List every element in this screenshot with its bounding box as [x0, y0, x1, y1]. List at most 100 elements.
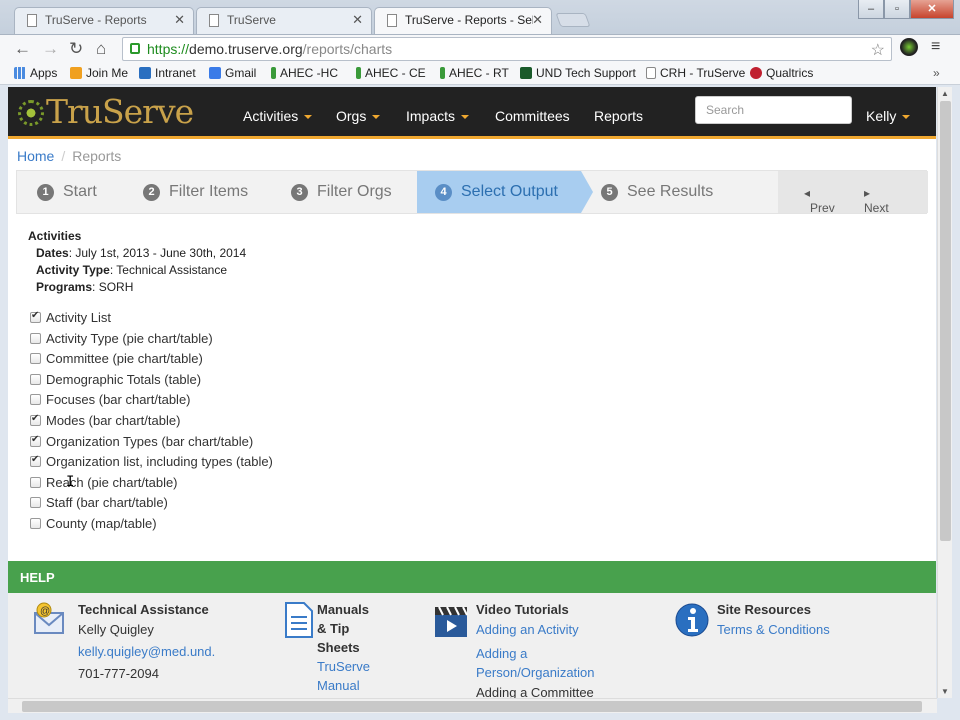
checkbox[interactable] — [30, 332, 41, 344]
step-filter-orgs[interactable]: 3 Filter Orgs — [291, 171, 392, 213]
option-label: Focuses (bar chart/table) — [46, 392, 191, 408]
browser-tab[interactable]: TruServe ✕ — [196, 7, 372, 34]
video-link[interactable]: Person/Organization — [476, 665, 595, 680]
back-arrow-icon[interactable]: ← — [14, 39, 31, 59]
checkbox[interactable] — [30, 476, 41, 488]
step-see-results[interactable]: 5 See Results — [601, 171, 713, 213]
option-label: Organization list, including types (tabl… — [46, 454, 273, 470]
caret-down-icon — [304, 115, 313, 119]
reload-icon[interactable]: ↻ — [69, 39, 83, 59]
step-filter-items[interactable]: 2 Filter Items — [143, 171, 248, 213]
close-tab-icon[interactable]: ✕ — [352, 12, 363, 28]
help-heading: Sheets — [317, 640, 360, 655]
bookmark-ahec-ce[interactable]: AHEC - CE — [356, 66, 426, 80]
minimize-icon[interactable]: – — [858, 0, 884, 19]
video-link[interactable]: Adding a Committee — [476, 685, 594, 698]
help-technical-assistance: Technical Assistance Kelly Quigley kelly… — [78, 600, 215, 685]
truserve-logo[interactable]: TruServe — [18, 92, 194, 131]
checkbox[interactable] — [30, 394, 41, 406]
bookmark-ahec-hc[interactable]: AHEC -HC — [271, 66, 338, 80]
dates-value: : July 1st, 2013 - June 30th, 2014 — [68, 246, 247, 260]
wizard-steps: 1 Start 2 Filter Items 3 Filter Orgs 4 Selec… — [16, 170, 928, 215]
url-path: /reports/charts — [302, 41, 393, 57]
contact-email-link[interactable]: kelly.quigley@med.und. — [78, 644, 215, 659]
checkbox[interactable] — [30, 373, 41, 385]
video-link[interactable]: Adding a — [476, 646, 527, 661]
extension-icon[interactable] — [900, 38, 918, 56]
bookmark-qualtrics[interactable]: Qualtrics — [750, 66, 813, 80]
url-host: demo.truserve.org — [189, 41, 303, 57]
scroll-up-icon[interactable]: ▲ — [941, 89, 949, 98]
option-focuses[interactable]: Focuses (bar chart/table) — [30, 392, 273, 413]
option-activity-type[interactable]: Activity Type (pie chart/table) — [30, 331, 273, 352]
checkbox[interactable] — [30, 310, 41, 323]
close-tab-icon[interactable]: ✕ — [174, 12, 185, 28]
option-demographic-totals[interactable]: Demographic Totals (table) — [30, 372, 273, 393]
bookmark-und-tech[interactable]: UND Tech Support — [520, 66, 636, 80]
option-county[interactable]: County (map/table) — [30, 516, 273, 537]
nav-impacts[interactable]: Impacts — [406, 108, 470, 124]
bookmark-intranet[interactable]: Intranet — [139, 66, 196, 80]
new-tab-button[interactable] — [555, 13, 591, 27]
bookmark-label: AHEC -HC — [280, 66, 339, 80]
home-icon[interactable]: ⌂ — [96, 39, 106, 59]
checkbox[interactable] — [30, 517, 41, 529]
svg-text:@: @ — [40, 606, 50, 617]
video-link[interactable]: Adding an Activity — [476, 622, 579, 637]
nav-activities[interactable]: Activities — [243, 108, 313, 124]
prev-label: Prev — [810, 201, 835, 215]
search-input[interactable]: Search — [695, 96, 852, 124]
option-committee[interactable]: Committee (pie chart/table) — [30, 351, 273, 372]
terms-link[interactable]: Terms & Conditions — [717, 622, 830, 637]
bookmark-apps[interactable]: Apps — [14, 66, 57, 80]
user-menu[interactable]: Kelly — [866, 108, 911, 124]
report-summary: Activities Dates: July 1st, 2013 - June … — [28, 228, 246, 296]
close-window-icon[interactable]: ✕ — [910, 0, 954, 19]
option-staff[interactable]: Staff (bar chart/table) — [30, 495, 273, 516]
browser-menu-icon[interactable]: ≡ — [931, 38, 940, 56]
vertical-scrollbar[interactable]: ▲ ▼ — [937, 87, 952, 698]
bookmark-ahec-rt[interactable]: AHEC - RT — [440, 66, 509, 80]
forward-arrow-icon[interactable]: → — [42, 39, 59, 59]
nav-reports[interactable]: Reports — [594, 108, 643, 124]
more-bookmarks-icon[interactable]: » — [933, 66, 940, 80]
checkbox[interactable] — [30, 434, 41, 447]
bookmark-gmail[interactable]: Gmail — [209, 66, 256, 80]
help-heading: Manuals — [317, 602, 370, 617]
option-label: Committee (pie chart/table) — [46, 351, 203, 367]
checkbox[interactable] — [30, 497, 41, 509]
prev-button[interactable]: ◂ Prev — [804, 186, 835, 215]
nav-orgs[interactable]: Orgs — [336, 108, 381, 124]
manual-link[interactable]: Manual — [317, 678, 360, 693]
horizontal-scrollbar[interactable] — [8, 698, 937, 713]
browser-tab-active[interactable]: TruServe - Reports - Select ✕ — [374, 7, 552, 34]
step-label: Filter Orgs — [317, 183, 392, 200]
manual-link[interactable]: TruServe — [317, 659, 370, 674]
close-tab-icon[interactable]: ✕ — [532, 12, 543, 28]
bookmark-star-icon[interactable]: ☆ — [871, 40, 885, 60]
google-icon — [209, 67, 221, 79]
next-button[interactable]: Next ▸ — [864, 186, 889, 215]
browser-tab[interactable]: TruServe - Reports ✕ — [14, 7, 194, 34]
scroll-down-icon[interactable]: ▼ — [941, 687, 949, 696]
option-organization-types[interactable]: Organization Types (bar chart/table) — [30, 434, 273, 455]
option-organization-list[interactable]: Organization list, including types (tabl… — [30, 454, 273, 475]
option-modes[interactable]: Modes (bar chart/table) — [30, 413, 273, 434]
scrollbar-thumb[interactable] — [22, 701, 922, 712]
step-select-output[interactable]: 4 Select Output — [417, 171, 581, 213]
document-icon — [285, 602, 313, 638]
address-bar[interactable]: https://demo.truserve.org/reports/charts… — [122, 37, 892, 61]
checkbox[interactable] — [30, 413, 41, 426]
scrollbar-thumb[interactable] — [940, 101, 951, 541]
checkbox[interactable] — [30, 454, 41, 468]
maximize-icon[interactable]: ▫ — [884, 0, 910, 19]
option-activity-list[interactable]: Activity List — [30, 310, 273, 331]
checkbox[interactable] — [30, 353, 41, 365]
step-start[interactable]: 1 Start — [37, 171, 97, 213]
breadcrumb-home-link[interactable]: Home — [17, 148, 54, 164]
bookmark-crh-truserve[interactable]: CRH - TruServe — [646, 66, 745, 80]
bookmark-joinme[interactable]: Join Me — [70, 66, 128, 80]
nav-committees[interactable]: Committees — [495, 108, 570, 124]
help-manuals: Manuals & Tip Sheets TruServe Manual — [317, 600, 370, 695]
joinme-icon — [70, 67, 82, 79]
